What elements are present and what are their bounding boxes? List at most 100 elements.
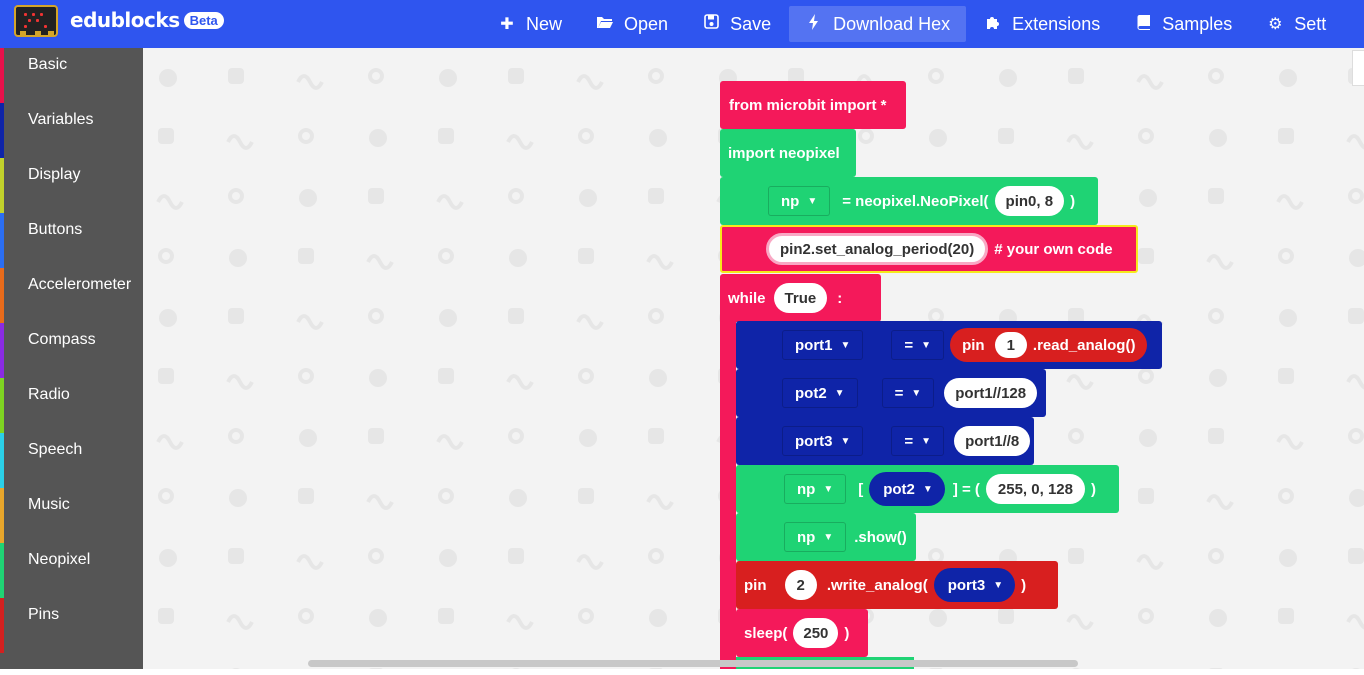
- background-pattern-shape: [1278, 368, 1294, 384]
- background-pattern-shape: [1348, 428, 1364, 444]
- sleep-block[interactable]: sleep( 250 ): [736, 609, 868, 657]
- assign-operator-dropdown[interactable]: = ▼: [881, 378, 935, 408]
- np-variable-dropdown[interactable]: np ▼: [784, 474, 847, 504]
- np-variable-dropdown[interactable]: np ▼: [768, 186, 831, 216]
- extensions-button[interactable]: Extensions: [968, 6, 1116, 42]
- category-label: Neopixel: [28, 551, 91, 568]
- category-variables[interactable]: Variables: [0, 103, 143, 158]
- pot2-variable-dropdown[interactable]: pot2 ▼: [782, 378, 858, 408]
- background-pattern-shape: [578, 128, 594, 144]
- plus-icon: ✚: [500, 16, 514, 33]
- write-analog-block[interactable]: pin 2 .write_analog( port3 ▼ ): [736, 561, 1058, 609]
- while-condition-input[interactable]: True: [773, 283, 828, 313]
- np-variable-dropdown[interactable]: np ▼: [784, 522, 847, 552]
- background-pattern-shape: [439, 309, 457, 327]
- category-display[interactable]: Display: [0, 158, 143, 213]
- app-header: edublocks Beta ✚ New Open Save Download …: [0, 0, 1364, 48]
- chevron-down-icon: ▼: [807, 195, 818, 207]
- close-paren-text: ): [1090, 480, 1096, 498]
- read-analog-text: .read_analog(): [1032, 336, 1136, 354]
- save-button[interactable]: Save: [686, 6, 787, 42]
- background-pattern-shape: [1068, 548, 1084, 564]
- category-compass[interactable]: Compass: [0, 323, 143, 378]
- category-speech[interactable]: Speech: [0, 433, 143, 488]
- background-pattern-shape: [1348, 188, 1364, 204]
- samples-button[interactable]: Samples: [1118, 6, 1248, 42]
- category-basic[interactable]: Basic: [0, 48, 143, 103]
- neopixel-init-block[interactable]: np ▼ = neopixel.NeoPixel( pin0, 8 ): [720, 177, 1098, 225]
- background-pattern-shape: [1208, 188, 1224, 204]
- category-pins[interactable]: Pins: [0, 598, 143, 653]
- brand-name: edublocks: [70, 8, 180, 32]
- trashcan-flyout-tab[interactable]: [1352, 50, 1364, 86]
- assign-port1-block[interactable]: port1 ▼ = ▼ pin 1 .read_analog(): [736, 321, 1162, 369]
- background-pattern-shape: [228, 308, 244, 324]
- background-pattern-shape: [229, 249, 247, 267]
- page-bottom-edge: [0, 669, 1364, 675]
- neopixel-show-block[interactable]: np ▼ .show(): [736, 513, 916, 561]
- own-code-input[interactable]: pin2.set_analog_period(20): [766, 233, 989, 265]
- import-neopixel-block[interactable]: import neopixel: [720, 129, 856, 177]
- while-loop-block[interactable]: while True :: [720, 274, 881, 322]
- background-pattern-shape: [648, 68, 664, 84]
- background-pattern-shape: [648, 548, 664, 564]
- neopixel-set-pixel-block[interactable]: np ▼ [ pot2 ▼ ] = ( 255, 0, 128 ): [736, 465, 1119, 513]
- category-music[interactable]: Music: [0, 488, 143, 543]
- download-hex-button[interactable]: Download Hex: [789, 6, 967, 42]
- open-button[interactable]: Open: [580, 6, 684, 42]
- port3-variable-dropdown[interactable]: port3 ▼: [782, 426, 864, 456]
- pin-number-input[interactable]: 2: [784, 570, 817, 600]
- sleep-value-input[interactable]: 250: [793, 618, 839, 648]
- neopixel-assign-text: = neopixel.NeoPixel(: [842, 192, 989, 210]
- background-pattern-shape: [298, 488, 314, 504]
- rgb-value-input[interactable]: 255, 0, 128: [985, 474, 1085, 504]
- background-pattern-shape: [369, 609, 387, 627]
- port1-variable-dropdown[interactable]: port1 ▼: [782, 330, 864, 360]
- show-text: .show(): [854, 528, 907, 546]
- background-pattern-shape: [436, 434, 464, 450]
- port3-variable-block[interactable]: port3 ▼: [933, 568, 1016, 602]
- background-pattern-shape: [1139, 429, 1157, 447]
- pot2-variable-block[interactable]: pot2 ▼: [869, 472, 945, 506]
- chevron-down-icon: ▼: [921, 435, 932, 447]
- background-pattern-shape: [1209, 609, 1227, 627]
- settings-label: Sett: [1294, 13, 1327, 34]
- category-sidebar: Basic Variables Display Buttons Accelero…: [0, 48, 143, 669]
- background-pattern-shape: [576, 314, 604, 330]
- pot2-value-input[interactable]: port1//128: [944, 378, 1038, 408]
- background-pattern-shape: [159, 309, 177, 327]
- block-workspace[interactable]: from microbit import * import neopixel n…: [143, 48, 1364, 669]
- horizontal-scrollbar[interactable]: [308, 660, 1078, 667]
- assign-port3-block[interactable]: port3 ▼ = ▼ port1//8: [736, 417, 1034, 465]
- own-code-block[interactable]: pin2.set_analog_period(20) # your own co…: [720, 225, 1138, 273]
- background-pattern-shape: [1279, 309, 1297, 327]
- background-pattern-shape: [228, 68, 244, 84]
- import-microbit-block[interactable]: from microbit import *: [720, 81, 906, 129]
- floppy-disk-icon: [702, 14, 720, 34]
- neopixel-args-input[interactable]: pin0, 8: [994, 186, 1065, 216]
- while-colon: :: [837, 289, 843, 307]
- category-neopixel[interactable]: Neopixel: [0, 543, 143, 598]
- background-pattern-shape: [1066, 614, 1094, 630]
- settings-button[interactable]: ⚙ Sett: [1250, 6, 1342, 42]
- background-pattern-shape: [1348, 548, 1364, 564]
- background-pattern-shape: [1208, 548, 1224, 564]
- pin-number-input[interactable]: 1: [994, 332, 1027, 358]
- background-pattern-shape: [158, 608, 174, 624]
- assign-pot2-block[interactable]: pot2 ▼ = ▼ port1//128: [736, 369, 1046, 417]
- new-button[interactable]: ✚ New: [482, 6, 578, 42]
- read-analog-block[interactable]: pin 1 .read_analog(): [950, 328, 1148, 362]
- port3-value-input[interactable]: port1//8: [954, 426, 1031, 456]
- np-variable-label: np: [781, 192, 800, 210]
- background-pattern-shape: [368, 428, 384, 444]
- background-pattern-shape: [1206, 494, 1234, 510]
- assign-operator-dropdown[interactable]: = ▼: [891, 426, 945, 456]
- samples-label: Samples: [1162, 13, 1233, 34]
- background-pattern-shape: [436, 194, 464, 210]
- assign-operator-dropdown[interactable]: = ▼: [891, 330, 945, 360]
- category-radio[interactable]: Radio: [0, 378, 143, 433]
- background-pattern-shape: [1278, 488, 1294, 504]
- category-accelerometer[interactable]: Accelerometer: [0, 268, 143, 323]
- background-pattern-shape: [648, 428, 664, 444]
- category-buttons[interactable]: Buttons: [0, 213, 143, 268]
